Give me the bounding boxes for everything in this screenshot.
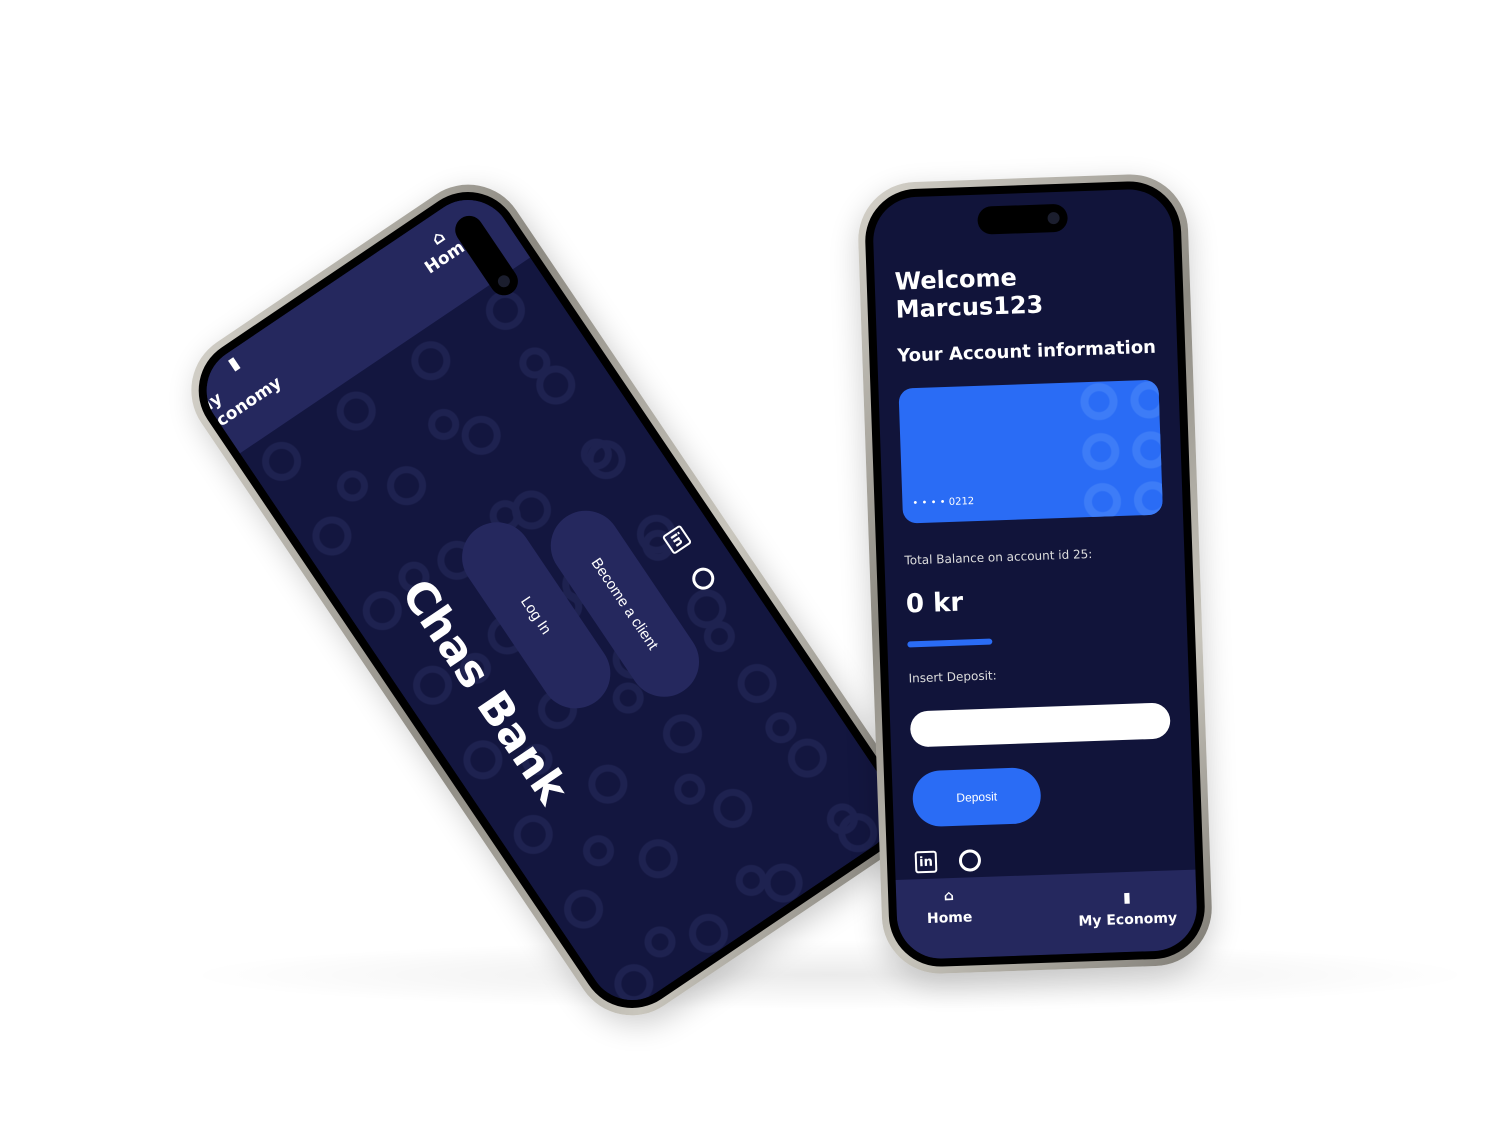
- nav-economy-label: My Economy: [1078, 910, 1178, 930]
- floor-shadow: [180, 940, 1480, 1010]
- wallet-icon: ▮: [1122, 889, 1132, 907]
- phone-account-mockup: Welcome Marcus123 Your Account informati…: [856, 172, 1214, 976]
- linkedin-icon[interactable]: in: [914, 850, 938, 874]
- bottom-nav: ⌂ Home ▮ My Economy: [895, 869, 1199, 961]
- account-screen: Welcome Marcus123 Your Account informati…: [871, 187, 1199, 961]
- deposit-button[interactable]: Deposit: [911, 766, 1042, 828]
- nav-my-economy[interactable]: ▮ My Economy: [1077, 888, 1178, 953]
- balance-label: Total Balance on account id 25:: [904, 546, 1093, 568]
- login-screen: ⌂ Home ▮ My Economy Chas Bank Log In Bec…: [189, 182, 911, 1018]
- balance-value: 0 kr: [905, 587, 964, 620]
- nav-home-label: Home: [926, 909, 973, 927]
- home-icon: ⌂: [943, 888, 955, 905]
- deposit-input[interactable]: [909, 702, 1171, 748]
- github-icon[interactable]: [958, 849, 982, 872]
- balance-underline: [907, 638, 993, 648]
- nav-home[interactable]: ⌂ Home: [926, 887, 974, 959]
- dynamic-island: [977, 203, 1069, 235]
- linkedin-icon[interactable]: in: [661, 524, 693, 555]
- welcome-heading: Welcome Marcus123: [894, 263, 1044, 324]
- github-icon[interactable]: [687, 563, 719, 594]
- bank-card[interactable]: • • • • 0212: [898, 379, 1164, 524]
- card-number: • • • • 0212: [912, 496, 975, 510]
- card-pattern: [1067, 379, 1164, 524]
- deposit-label: Insert Deposit:: [908, 668, 997, 686]
- phone-login-mockup: ⌂ Home ▮ My Economy Chas Bank Log In Bec…: [168, 162, 932, 1038]
- account-info-heading: Your Account information: [896, 336, 1157, 367]
